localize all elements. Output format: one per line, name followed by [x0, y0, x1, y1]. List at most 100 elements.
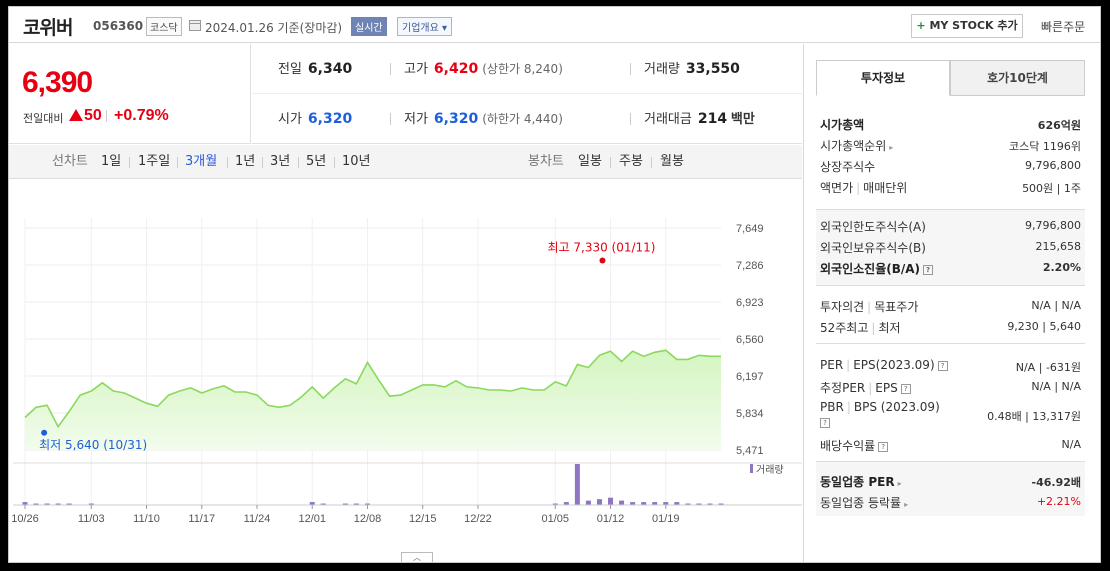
divider: [106, 110, 107, 122]
up-arrow-icon: [69, 109, 83, 121]
price-chart-svg: 7,649 7,286 6,923 6,560 6,197 5,834 5,471 최고 7,…: [11, 218, 802, 525]
tab-period-10y[interactable]: 10년: [342, 145, 371, 179]
quick-order-link[interactable]: 빠른주문: [1041, 18, 1085, 35]
industry-per-value: -46.92배: [1031, 476, 1081, 489]
add-mystock-button[interactable]: + MY STOCK 추가: [911, 14, 1023, 38]
industry-per-row: 동일업종 PER ▸ -46.92배: [816, 471, 1085, 492]
tab-period-3m[interactable]: 3개월: [185, 145, 217, 179]
high-point: [599, 257, 606, 264]
help-icon[interactable]: ?: [820, 417, 830, 428]
industry-rate-value: +2.21%: [1036, 495, 1081, 508]
help-icon[interactable]: ?: [937, 360, 948, 371]
help-icon[interactable]: ?: [878, 441, 889, 452]
x-tick-label: 12/01: [298, 513, 326, 525]
prev-close: 전일 6,340: [278, 44, 352, 94]
shares-row: 상장주식수 9,796,800: [816, 156, 1085, 177]
help-icon[interactable]: ?: [900, 383, 911, 394]
volume-bar: [619, 500, 625, 505]
x-tick-label: 11/24: [244, 513, 271, 525]
est-per-row: 추정PER | EPS? N/A | N/A: [820, 380, 1081, 395]
prev-diff-label: 전일대비: [23, 112, 64, 125]
price-area: [25, 350, 721, 450]
tab-period-1y[interactable]: 1년: [235, 145, 255, 179]
company-info-dropdown[interactable]: 기업개요 ▾: [397, 17, 453, 36]
dividend-row: 배당수익률? N/A: [816, 435, 1085, 456]
divider: [630, 63, 631, 75]
divider: [177, 157, 178, 168]
industry-per-label: 동일업종 PER: [820, 475, 895, 489]
low-label: 저가: [404, 112, 428, 127]
opinion-target-value: N/A | N/A: [1031, 299, 1081, 312]
volume-label: 거래량: [644, 62, 680, 77]
tab-candle-week[interactable]: 주봉: [619, 145, 643, 179]
par-label: 액면가: [820, 181, 854, 195]
tab-period-3y[interactable]: 3년: [270, 145, 290, 179]
prev-close-value: 6,340: [307, 61, 353, 77]
x-tick-label: 11/17: [188, 513, 215, 525]
tab-investment-info[interactable]: 투자정보: [816, 60, 950, 96]
est-per-eps-value: N/A | N/A: [1031, 380, 1081, 393]
tab-period-1d[interactable]: 1일: [101, 145, 121, 179]
divider: [610, 157, 611, 168]
w52-row: 52주최고 | 최저 9,230 | 5,640: [820, 320, 1081, 335]
industry-rate-label: 동일업종 등락률: [820, 496, 902, 510]
x-tick-label: 11/03: [78, 513, 105, 525]
low-point: [41, 429, 48, 436]
arrow-right-icon[interactable]: ▸: [898, 479, 902, 488]
y-tick-label: 7,649: [736, 223, 764, 235]
x-tick-label: 01/05: [542, 513, 570, 525]
realtime-button[interactable]: 실시간: [351, 17, 387, 36]
price-summary: 전일 6,340 고가 6,420 (상한가 8,240) 거래량 33,550 시가 6…: [252, 44, 802, 144]
amount-unit: 백만: [730, 112, 755, 127]
tab-period-1w[interactable]: 1주일: [138, 145, 170, 179]
mystock-label: MY STOCK 추가: [929, 19, 1018, 32]
target-label: 목표주가: [874, 300, 919, 314]
tab-period-5y[interactable]: 5년: [306, 145, 326, 179]
prev-close-label: 전일: [278, 62, 302, 77]
divider: [630, 113, 631, 125]
w52-high-label: 52주최고: [820, 321, 869, 335]
volume-legend-swatch: [750, 464, 753, 473]
shares-label: 상장주식수: [820, 160, 876, 174]
y-tick-label: 7,286: [736, 260, 764, 272]
opinion-row: 투자의견 | 목표주가 N/A | N/A: [820, 299, 1081, 314]
collapse-chart-button[interactable]: ︿: [401, 552, 433, 562]
per-label: PER: [820, 358, 844, 372]
arrow-right-icon[interactable]: ▸: [904, 500, 908, 509]
investment-info-panel: 투자정보 호가10단계 시가총액 626억원 시가총액순위 ▸ 코스닥 1196위 상…: [803, 44, 1100, 562]
x-tick-label: 10/26: [11, 513, 39, 525]
price-chart[interactable]: 7,649 7,286 6,923 6,560 6,197 5,834 5,471 최고 7,…: [9, 180, 802, 562]
eps-label: EPS(2023.09): [853, 358, 935, 372]
dividend-label: 배당수익률: [820, 439, 876, 453]
price-change: 50: [84, 107, 102, 124]
open-label: 시가: [278, 112, 302, 127]
foreign-rate-row: 외국인소진율(B/A)? 2.20%: [816, 258, 1085, 279]
help-icon[interactable]: ?: [923, 264, 934, 275]
tab-orderbook-10[interactable]: 호가10단계: [950, 60, 1085, 96]
volume-legend-label: 거래량: [756, 464, 784, 476]
y-tick-label: 5,834: [736, 408, 764, 420]
info-tabs: 투자정보 호가10단계: [816, 60, 1085, 96]
current-price: 6,390: [22, 66, 93, 99]
stock-header: 코위버 056360 코스닥 2024.01.26 기준(장마감) 실시간 기업…: [9, 7, 1100, 43]
volume-bar: [596, 499, 602, 505]
divider: [651, 157, 652, 168]
arrow-right-icon[interactable]: ▸: [889, 143, 893, 152]
x-tick-label: 12/08: [354, 513, 382, 525]
pbr-bps-row: PBR | BPS (2023.09)? 0.48배 | 13,317원: [820, 400, 1081, 428]
market-cap-value: 626억원: [1037, 119, 1081, 132]
opinion-label: 투자의견: [820, 300, 865, 314]
volume-bar: [574, 464, 580, 505]
x-tick-label: 12/15: [409, 513, 437, 525]
high-value: 6,420: [433, 61, 479, 77]
w52-low-label: 최저: [878, 321, 901, 335]
tab-candle-month[interactable]: 월봉: [660, 145, 684, 179]
amount-value: 214: [697, 111, 728, 127]
foreign-hold-label: 외국인보유주식수(B): [820, 241, 926, 255]
foreign-limit-row: 외국인한도주식수(A) 9,796,800: [816, 216, 1085, 237]
y-tick-label: 6,560: [736, 334, 764, 346]
per-section: PER | EPS(2023.09)? N/A | -631원 추정PER | EPS? N…: [816, 343, 1085, 461]
tab-candle-day[interactable]: 일봉: [578, 145, 602, 179]
low-annotation: 최저 5,640 (10/31): [39, 438, 147, 452]
per-eps-row: PER | EPS(2023.09)? N/A | -631원: [820, 358, 1081, 374]
